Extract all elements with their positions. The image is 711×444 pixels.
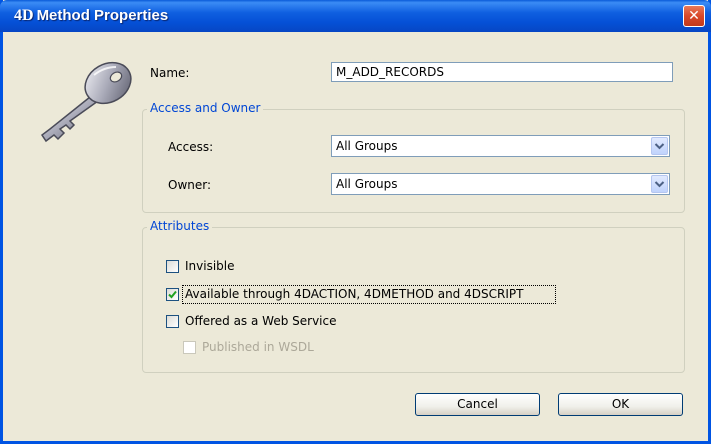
access-owner-legend: Access and Owner	[147, 101, 264, 115]
owner-label: Owner:	[168, 178, 212, 192]
access-select[interactable]: All Groups	[331, 135, 670, 157]
name-label: Name:	[150, 66, 190, 80]
access-select-value: All Groups	[336, 139, 398, 153]
access-owner-group	[142, 109, 685, 213]
web-service-label[interactable]: Offered as a Web Service	[185, 314, 337, 328]
access-label: Access:	[168, 140, 214, 154]
window-title-text: Method Properties	[36, 7, 169, 24]
owner-select-value: All Groups	[336, 177, 398, 191]
ok-button[interactable]: OK	[558, 393, 683, 416]
chevron-down-icon[interactable]	[651, 137, 668, 155]
close-button[interactable]: ✕	[683, 5, 705, 27]
key-icon	[40, 61, 132, 143]
app-logo: 4D	[14, 7, 34, 24]
available-4daction-checkbox[interactable]	[166, 288, 179, 301]
available-4daction-label[interactable]: Available through 4DACTION, 4DMETHOD and…	[185, 287, 523, 301]
published-wsdl-checkbox[interactable]	[183, 341, 196, 354]
window-title: 4D Method Properties	[14, 7, 168, 25]
invisible-checkbox[interactable]	[166, 260, 179, 273]
title-bar[interactable]: 4D Method Properties ✕	[0, 0, 711, 32]
web-service-checkbox[interactable]	[166, 315, 179, 328]
owner-select[interactable]: All Groups	[331, 173, 670, 195]
chevron-down-icon[interactable]	[651, 175, 668, 193]
checkmark-icon	[168, 290, 177, 299]
attributes-legend: Attributes	[147, 219, 213, 233]
close-icon: ✕	[688, 8, 700, 24]
name-input[interactable]: M_ADD_RECORDS	[331, 62, 673, 82]
published-wsdl-label: Published in WSDL	[202, 340, 314, 354]
cancel-button[interactable]: Cancel	[415, 393, 540, 416]
invisible-label[interactable]: Invisible	[185, 259, 235, 273]
